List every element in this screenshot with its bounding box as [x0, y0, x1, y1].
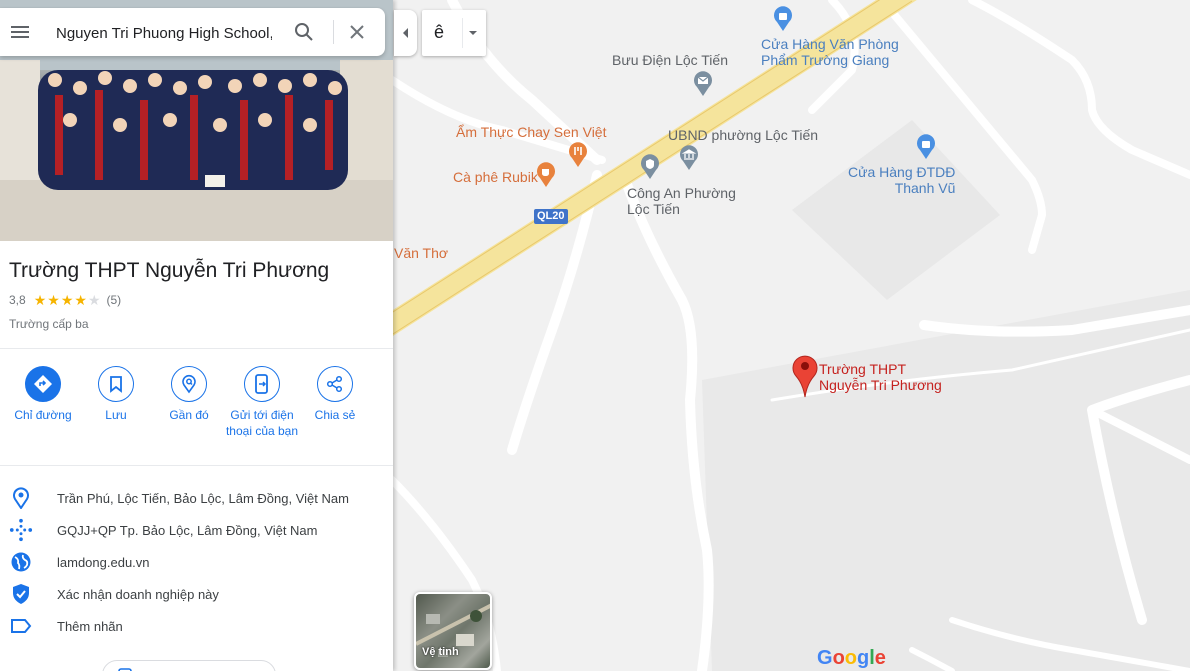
nearby-icon [171, 366, 207, 402]
verified-shield-icon [9, 582, 33, 606]
map-canvas[interactable]: QL20 Bưu Điện Lộc Tiến Cửa Hàng Văn Phòn… [392, 0, 1190, 671]
rating-stars: ★ ★ ★ ★ ★ [34, 293, 101, 307]
place-category[interactable]: Trường cấp ba [9, 317, 89, 331]
search-box [0, 8, 385, 56]
nearby-label: Gần đó [169, 408, 209, 422]
star-icon: ★ [87, 292, 101, 308]
nearby-button[interactable]: Gần đó [152, 366, 226, 423]
share-label: Chia sẻ [314, 408, 356, 422]
address-text: Trần Phú, Lộc Tiến, Bảo Lộc, Lâm Đồng, V… [57, 490, 349, 506]
plus-code-row[interactable]: GQJJ+QP Tp. Bảo Lộc, Lâm Đồng, Việt Nam [0, 518, 393, 542]
directions-label: Chỉ đường [14, 408, 72, 422]
shopping-bag-icon[interactable] [916, 134, 936, 160]
input-tools-button[interactable]: ê [422, 10, 486, 56]
claim-business-row[interactable]: Xác nhận doanh nghiệp này [0, 582, 393, 606]
add-label-row[interactable]: Thêm nhãn [0, 614, 393, 638]
close-icon[interactable] [345, 20, 369, 44]
cafe-icon[interactable] [536, 162, 556, 188]
maps-app: QL20 Bưu Điện Lộc Tiến Cửa Hàng Văn Phòn… [0, 0, 1190, 671]
star-icon: ★ [33, 292, 47, 308]
send-to-phone-button[interactable]: Gửi tới điện thoại của bạn [225, 366, 299, 439]
poi-label-van-tho[interactable]: Văn Thơ [394, 245, 448, 261]
website-row[interactable]: lamdong.edu.vn [0, 550, 393, 574]
suggest-edit-button[interactable] [102, 660, 276, 671]
satellite-layer-toggle[interactable]: Vệ tinh [414, 592, 492, 670]
plus-code-text: GQJJ+QP Tp. Bảo Lộc, Lâm Đồng, Việt Nam [57, 522, 318, 538]
poi-label-buu-dien[interactable]: Bưu Điện Lộc Tiến [612, 52, 728, 68]
place-title: Trường THPT Nguyễn Tri Phương [9, 259, 330, 282]
input-tools-divider [462, 18, 463, 48]
save-button[interactable]: Lưu [79, 366, 153, 423]
place-panel: Trường THPT Nguyễn Tri Phương 3,8 ★ ★ ★ … [0, 0, 393, 671]
poi-label-ca-phe[interactable]: Cà phê Rubik [453, 169, 538, 185]
place-marker-icon[interactable] [792, 354, 818, 398]
directions-button[interactable]: Chỉ đường [6, 366, 80, 423]
address-row[interactable]: Trần Phú, Lộc Tiến, Bảo Lộc, Lâm Đồng, V… [0, 486, 393, 510]
post-office-icon[interactable] [693, 71, 713, 97]
poi-label-am-thuc[interactable]: Ẩm Thực Chay Sen Việt [456, 124, 606, 140]
location-pin-icon [9, 486, 33, 510]
send-to-phone-icon [244, 366, 280, 402]
divider [0, 465, 393, 466]
government-icon[interactable] [679, 145, 699, 171]
bookmark-icon [98, 366, 134, 402]
star-icon: ★ [74, 292, 87, 308]
star-icon: ★ [47, 292, 60, 308]
save-label: Lưu [105, 408, 127, 422]
chevron-left-icon [403, 28, 408, 38]
shopping-bag-icon[interactable] [773, 6, 793, 32]
divider [0, 348, 393, 349]
place-marker-label[interactable]: Trường THPT Nguyễn Tri Phương [819, 361, 942, 393]
collapse-panel-button[interactable] [394, 10, 417, 56]
search-input[interactable] [56, 22, 272, 44]
share-icon [317, 366, 353, 402]
add-label-text: Thêm nhãn [57, 618, 123, 634]
poi-label-cua-hang-vp[interactable]: Cửa Hàng Văn Phòng Phẩm Trường Giang [761, 36, 899, 68]
website-link[interactable]: lamdong.edu.vn [57, 555, 150, 570]
rating-row[interactable]: 3,8 ★ ★ ★ ★ ★ (5) [9, 292, 121, 308]
road-shield: QL20 [534, 209, 568, 224]
poi-label-ubnd[interactable]: UBND phường Lộc Tiến [668, 127, 818, 143]
search-divider [333, 20, 334, 44]
directions-icon [25, 366, 61, 402]
label-tag-icon [9, 614, 33, 638]
poi-label-cong-an[interactable]: Công An Phường Lộc Tiến [627, 185, 736, 217]
search-icon[interactable] [292, 20, 316, 44]
restaurant-icon[interactable] [568, 142, 588, 168]
edit-icon [118, 668, 132, 671]
star-icon: ★ [60, 292, 74, 308]
satellite-label: Vệ tinh [422, 646, 459, 658]
input-tools-char: ê [434, 22, 445, 42]
claim-business-text: Xác nhận doanh nghiệp này [57, 586, 219, 602]
google-logo: Google [817, 647, 886, 669]
satellite-thumbnail [416, 603, 490, 657]
map-roads [392, 0, 1190, 671]
dropdown-arrow-icon[interactable] [467, 28, 479, 38]
review-count[interactable]: (5) [107, 293, 122, 307]
police-icon[interactable] [640, 154, 660, 180]
menu-icon[interactable] [8, 20, 32, 44]
rating-value: 3,8 [9, 293, 26, 307]
poi-label-dtdd[interactable]: Cửa Hàng ĐTDĐ Thanh Vũ [848, 164, 955, 196]
share-button[interactable]: Chia sẻ [298, 366, 372, 423]
send-to-phone-label: Gửi tới điện thoại của bạn [225, 408, 299, 438]
globe-icon [9, 550, 33, 574]
plus-code-icon [9, 518, 33, 542]
